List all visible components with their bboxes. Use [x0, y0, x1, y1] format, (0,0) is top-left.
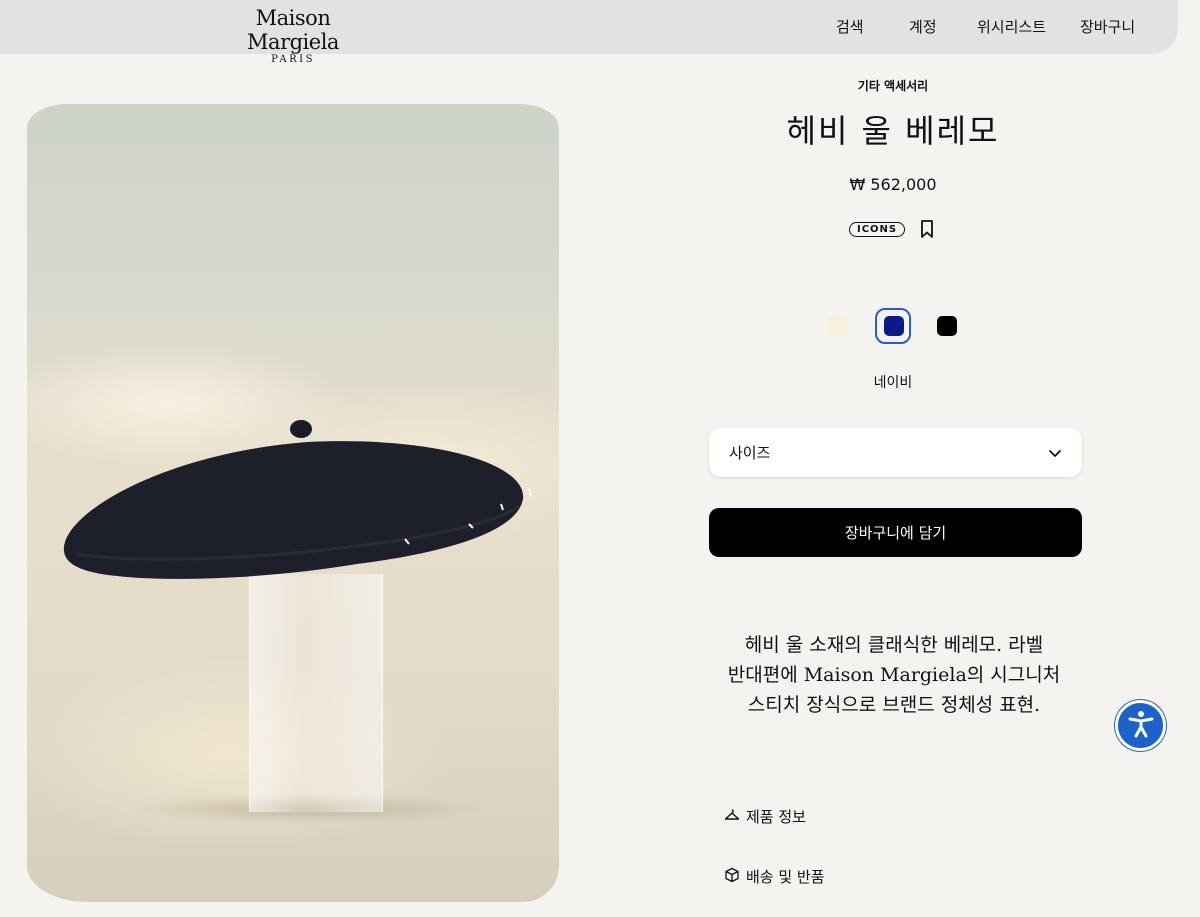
description-line: 헤비 울 소재의 클래식한 베레모. 라벨: [744, 634, 1044, 656]
logo-wordmark: Maison Margiela: [247, 6, 339, 54]
size-dropdown[interactable]: 사이즈: [709, 428, 1082, 477]
product-category: 기타 액세서리: [857, 79, 929, 93]
swatch-black[interactable]: [937, 316, 957, 336]
nav-wishlist[interactable]: 위시리스트: [977, 16, 1046, 37]
accessibility-icon: [1125, 708, 1157, 744]
nav-search[interactable]: 검색: [836, 16, 864, 37]
swatch-cream[interactable]: [828, 316, 848, 336]
shipping-returns-label: 배송 및 반품: [746, 868, 825, 886]
description-line: 반대편에 Maison Margiela의 시그니처: [727, 664, 1061, 686]
hanger-icon: [724, 808, 740, 826]
nav-cart[interactable]: 장바구니: [1080, 16, 1135, 37]
icons-badge: ICONS: [849, 221, 906, 237]
description-line: 스티치 장식으로 브랜드 정체성 표현.: [747, 694, 1041, 716]
beret-illustration: [63, 420, 532, 579]
add-to-cart-button[interactable]: 장바구니에 담기: [709, 508, 1082, 557]
box-icon: [724, 867, 740, 887]
color-swatches: [820, 308, 970, 344]
bookmark-icon[interactable]: [919, 219, 935, 239]
accessibility-button[interactable]: [1115, 700, 1166, 751]
swatch-navy[interactable]: [884, 316, 904, 336]
size-dropdown-label: 사이즈: [729, 444, 771, 462]
product-price: ₩ 562,000: [849, 175, 937, 194]
product-title: 헤비 울 베레모: [786, 112, 1000, 150]
brand-logo[interactable]: Maison Margiela PARIS: [209, 6, 377, 65]
nav-account[interactable]: 계정: [909, 16, 937, 37]
logo-subtitle: PARIS: [271, 54, 315, 65]
badge-row: ICONS: [849, 219, 935, 239]
product-info-link[interactable]: 제품 정보: [724, 806, 806, 827]
selected-color-label: 네이비: [873, 375, 913, 391]
product-info-label: 제품 정보: [746, 808, 806, 826]
chevron-down-icon: [1048, 446, 1062, 460]
product-description: 헤비 울 소재의 클래식한 베레모. 라벨 반대편에 Maison Margie…: [698, 630, 1090, 720]
product-image[interactable]: [27, 104, 559, 902]
acrylic-pedestal: [249, 574, 383, 812]
site-header: Maison Margiela PARIS 검색 계정 위시리스트 장바구니: [0, 0, 1178, 65]
shipping-returns-link[interactable]: 배송 및 반품: [724, 866, 825, 887]
